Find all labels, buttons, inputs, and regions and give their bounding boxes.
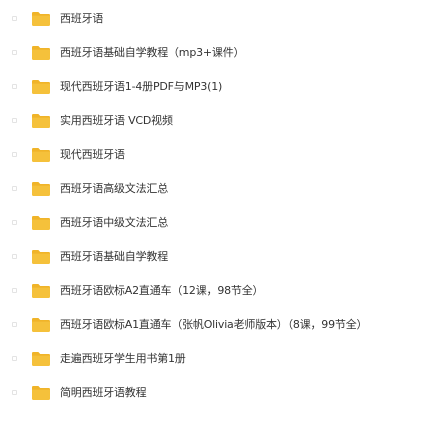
folder-name[interactable]: 实用西班牙语 VCD视频 bbox=[60, 114, 173, 128]
folder-row-4[interactable]: 实用西班牙语 VCD视频 bbox=[0, 104, 436, 138]
folder-row-2[interactable]: 西班牙语基础自学教程（mp3+课件） bbox=[0, 36, 436, 70]
folder-row-7[interactable]: 西班牙语中级文法汇总 bbox=[0, 206, 436, 240]
row-checkbox[interactable] bbox=[12, 254, 17, 259]
folder-row-10[interactable]: 西班牙语欧标A1直通车（张帆Olivia老师版本）（8课，99节全） bbox=[0, 308, 436, 342]
row-checkbox[interactable] bbox=[12, 118, 17, 123]
folder-icon bbox=[31, 79, 51, 95]
folder-name[interactable]: 西班牙语高级文法汇总 bbox=[60, 182, 168, 196]
folder-name[interactable]: 西班牙语中级文法汇总 bbox=[60, 216, 168, 230]
folder-name[interactable]: 现代西班牙语 bbox=[60, 148, 125, 162]
row-checkbox[interactable] bbox=[12, 186, 17, 191]
folder-icon bbox=[31, 181, 51, 197]
folder-icon bbox=[31, 283, 51, 299]
folder-icon bbox=[31, 215, 51, 231]
folder-name[interactable]: 西班牙语基础自学教程（mp3+课件） bbox=[60, 46, 245, 60]
folder-name[interactable]: 走遍西班牙学生用书第1册 bbox=[60, 352, 186, 366]
folder-icon bbox=[31, 147, 51, 163]
folder-icon bbox=[31, 351, 51, 367]
folder-icon bbox=[31, 113, 51, 129]
row-checkbox[interactable] bbox=[12, 390, 17, 395]
folder-icon bbox=[31, 11, 51, 27]
row-checkbox[interactable] bbox=[12, 84, 17, 89]
folder-name[interactable]: 西班牙语基础自学教程 bbox=[60, 250, 168, 264]
row-checkbox[interactable] bbox=[12, 356, 17, 361]
folder-name[interactable]: 西班牙语欧标A2直通车（12课，98节全） bbox=[60, 284, 264, 298]
folder-name[interactable]: 简明西班牙语教程 bbox=[60, 386, 147, 400]
folder-row-12[interactable]: 简明西班牙语教程 bbox=[0, 376, 436, 410]
row-checkbox[interactable] bbox=[12, 152, 17, 157]
folder-row-1[interactable]: 西班牙语 bbox=[0, 2, 436, 36]
row-checkbox[interactable] bbox=[12, 50, 17, 55]
folder-name[interactable]: 现代西班牙语1-4册PDF与MP3(1) bbox=[60, 80, 222, 94]
row-checkbox[interactable] bbox=[12, 220, 17, 225]
folder-row-5[interactable]: 现代西班牙语 bbox=[0, 138, 436, 172]
folder-name[interactable]: 西班牙语欧标A1直通车（张帆Olivia老师版本）（8课，99节全） bbox=[60, 318, 367, 332]
row-checkbox[interactable] bbox=[12, 288, 17, 293]
folder-row-8[interactable]: 西班牙语基础自学教程 bbox=[0, 240, 436, 274]
folder-icon bbox=[31, 45, 51, 61]
row-checkbox[interactable] bbox=[12, 322, 17, 327]
folder-row-9[interactable]: 西班牙语欧标A2直通车（12课，98节全） bbox=[0, 274, 436, 308]
folder-list: 西班牙语 西班牙语基础自学教程（mp3+课件） 现代西班牙语1-4册PDF与MP… bbox=[0, 0, 436, 435]
folder-name[interactable]: 西班牙语 bbox=[60, 12, 103, 26]
folder-icon bbox=[31, 385, 51, 401]
row-checkbox[interactable] bbox=[12, 16, 17, 21]
folder-row-11[interactable]: 走遍西班牙学生用书第1册 bbox=[0, 342, 436, 376]
folder-icon bbox=[31, 249, 51, 265]
folder-row-3[interactable]: 现代西班牙语1-4册PDF与MP3(1) bbox=[0, 70, 436, 104]
folder-row-6[interactable]: 西班牙语高级文法汇总 bbox=[0, 172, 436, 206]
folder-icon bbox=[31, 317, 51, 333]
